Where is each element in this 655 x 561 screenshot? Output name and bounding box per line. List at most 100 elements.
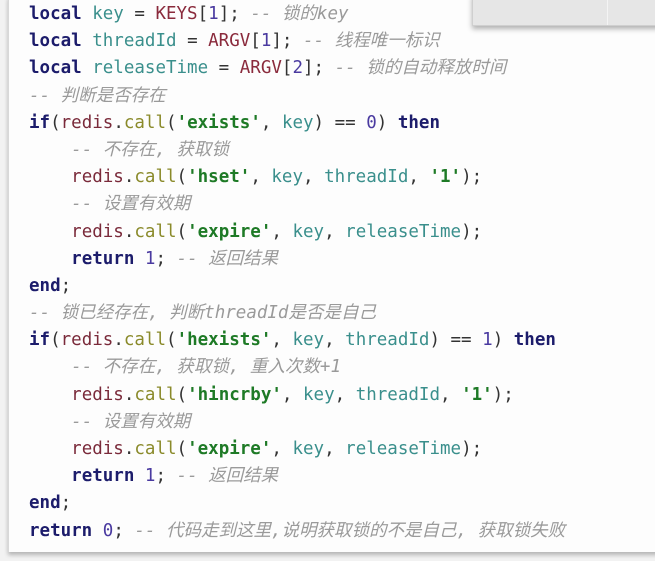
token-punctuation: [ xyxy=(281,58,293,79)
token-punctuation: , xyxy=(281,384,303,405)
token-comment: -- 判断是否存在 xyxy=(29,85,166,106)
token-variable: key xyxy=(292,439,325,459)
token-object: redis xyxy=(60,330,114,351)
token-comment: -- 设置有效期 xyxy=(71,194,191,215)
token-punctuation: ) == xyxy=(313,112,367,133)
token-punctuation: ]; xyxy=(303,58,335,79)
token-punctuation: ); xyxy=(492,384,514,405)
token-punctuation: . xyxy=(123,221,135,242)
token-global: ARGV xyxy=(239,58,282,79)
token-punctuation xyxy=(29,167,71,187)
token-comment: -- 代码走到这里,说明获取锁的不是自己, 获取锁失败 xyxy=(134,520,566,541)
code-line: -- 判断是否存在 xyxy=(29,83,565,110)
token-keyword: return xyxy=(71,466,135,487)
token-number: 0 xyxy=(102,520,114,541)
token-punctuation: ( xyxy=(176,439,188,459)
token-punctuation: [ xyxy=(197,4,209,24)
token-punctuation: , xyxy=(408,167,430,188)
token-string: 'hexists' xyxy=(176,330,272,351)
popup-divider xyxy=(607,0,608,25)
token-punctuation: ( xyxy=(166,112,177,133)
token-punctuation xyxy=(29,412,71,432)
token-punctuation: , xyxy=(250,167,272,188)
code-line: -- 设置有效期 xyxy=(29,191,565,218)
token-number: 1 xyxy=(144,248,156,269)
token-punctuation: , xyxy=(271,439,293,459)
token-punctuation: [ xyxy=(250,31,261,52)
token-variable: threadId xyxy=(355,384,440,405)
token-punctuation: ); xyxy=(461,439,483,459)
token-punctuation: ) xyxy=(492,330,514,351)
token-punctuation: ( xyxy=(166,330,177,351)
token-punctuation: , xyxy=(324,439,346,459)
token-punctuation xyxy=(92,521,103,541)
token-comment: -- 不存在, 获取锁, 重入次数+1 xyxy=(71,357,341,378)
token-keyword: local xyxy=(29,58,82,79)
token-comment: -- 返回结果 xyxy=(176,466,279,487)
token-punctuation xyxy=(29,222,71,242)
token-punctuation: , xyxy=(271,330,293,351)
token-variable: threadId xyxy=(324,167,409,188)
token-punctuation: ) == xyxy=(429,330,483,351)
code-line: if(redis.call('hexists', key, threadId) … xyxy=(29,327,565,354)
token-function: call xyxy=(134,221,177,242)
token-punctuation: = xyxy=(176,31,209,52)
code-line: -- 不存在, 获取锁, 重入次数+1 xyxy=(29,354,565,381)
token-comment: -- 线程唯一标识 xyxy=(303,31,440,52)
token-punctuation xyxy=(82,58,93,78)
token-comment: -- 锁已经存在, 判断threadId是否是自己 xyxy=(29,303,376,324)
token-punctuation: . xyxy=(123,167,135,188)
code-line: end; xyxy=(29,490,565,517)
token-punctuation: = xyxy=(208,58,240,79)
token-punctuation: ; xyxy=(60,493,72,514)
token-string: 'expire' xyxy=(187,439,272,459)
token-variable: key xyxy=(281,112,314,133)
token-punctuation: ]; xyxy=(218,4,251,24)
token-comment: -- 锁的自动释放时间 xyxy=(334,58,507,79)
token-punctuation xyxy=(29,439,71,459)
token-punctuation: , xyxy=(324,330,346,351)
code-snippet-panel: local key = KEYS[1]; -- 锁的key local threa… xyxy=(8,0,655,552)
code-line: redis.call('hset', key, threadId, '1'); xyxy=(29,164,565,191)
token-number: 2 xyxy=(292,58,303,79)
token-keyword: local xyxy=(29,31,82,52)
overlay-popup-menu[interactable] xyxy=(472,0,655,26)
token-global: ARGV xyxy=(208,31,251,52)
token-number: 1 xyxy=(144,466,156,487)
token-punctuation: . xyxy=(123,439,135,459)
token-function: call xyxy=(134,439,177,459)
token-punctuation xyxy=(29,466,71,486)
token-keyword: return xyxy=(29,520,93,541)
token-object: redis xyxy=(60,112,114,133)
token-variable: threadId xyxy=(345,330,430,351)
token-string: 'exists' xyxy=(176,112,261,133)
token-comment: -- 锁的key xyxy=(250,4,349,24)
token-comment: -- 不存在, 获取锁 xyxy=(71,139,229,160)
token-punctuation: , xyxy=(271,221,293,242)
code-line: return 0; -- 代码走到这里,说明获取锁的不是自己, 获取锁失败 xyxy=(29,518,565,545)
lua-code-block: local key = KEYS[1]; -- 锁的key local threa… xyxy=(29,1,565,545)
token-punctuation: ; xyxy=(155,466,177,487)
token-function: call xyxy=(123,330,167,351)
token-punctuation: ; xyxy=(155,248,177,269)
token-object: redis xyxy=(71,167,124,188)
token-variable: key xyxy=(292,221,325,242)
token-variable: releaseTime xyxy=(345,221,462,242)
token-punctuation: ( xyxy=(176,221,188,242)
token-punctuation: . xyxy=(123,384,135,405)
token-punctuation: , xyxy=(439,384,462,405)
token-punctuation: ; xyxy=(113,520,135,541)
code-line: if(redis.call('exists', key) == 0) then xyxy=(29,110,565,137)
token-keyword: then xyxy=(397,112,441,133)
token-punctuation xyxy=(134,249,145,269)
token-punctuation: . xyxy=(113,112,124,133)
token-object: redis xyxy=(71,439,124,459)
token-variable: key xyxy=(271,167,303,188)
token-variable: releaseTime xyxy=(92,58,209,79)
token-function: call xyxy=(134,384,177,405)
code-line: -- 设置有效期 xyxy=(29,409,565,436)
token-number: 1 xyxy=(482,330,493,351)
token-keyword: local xyxy=(29,4,82,24)
token-number: 1 xyxy=(208,4,219,24)
code-line: redis.call('hincrby', key, threadId, '1'… xyxy=(29,382,565,409)
